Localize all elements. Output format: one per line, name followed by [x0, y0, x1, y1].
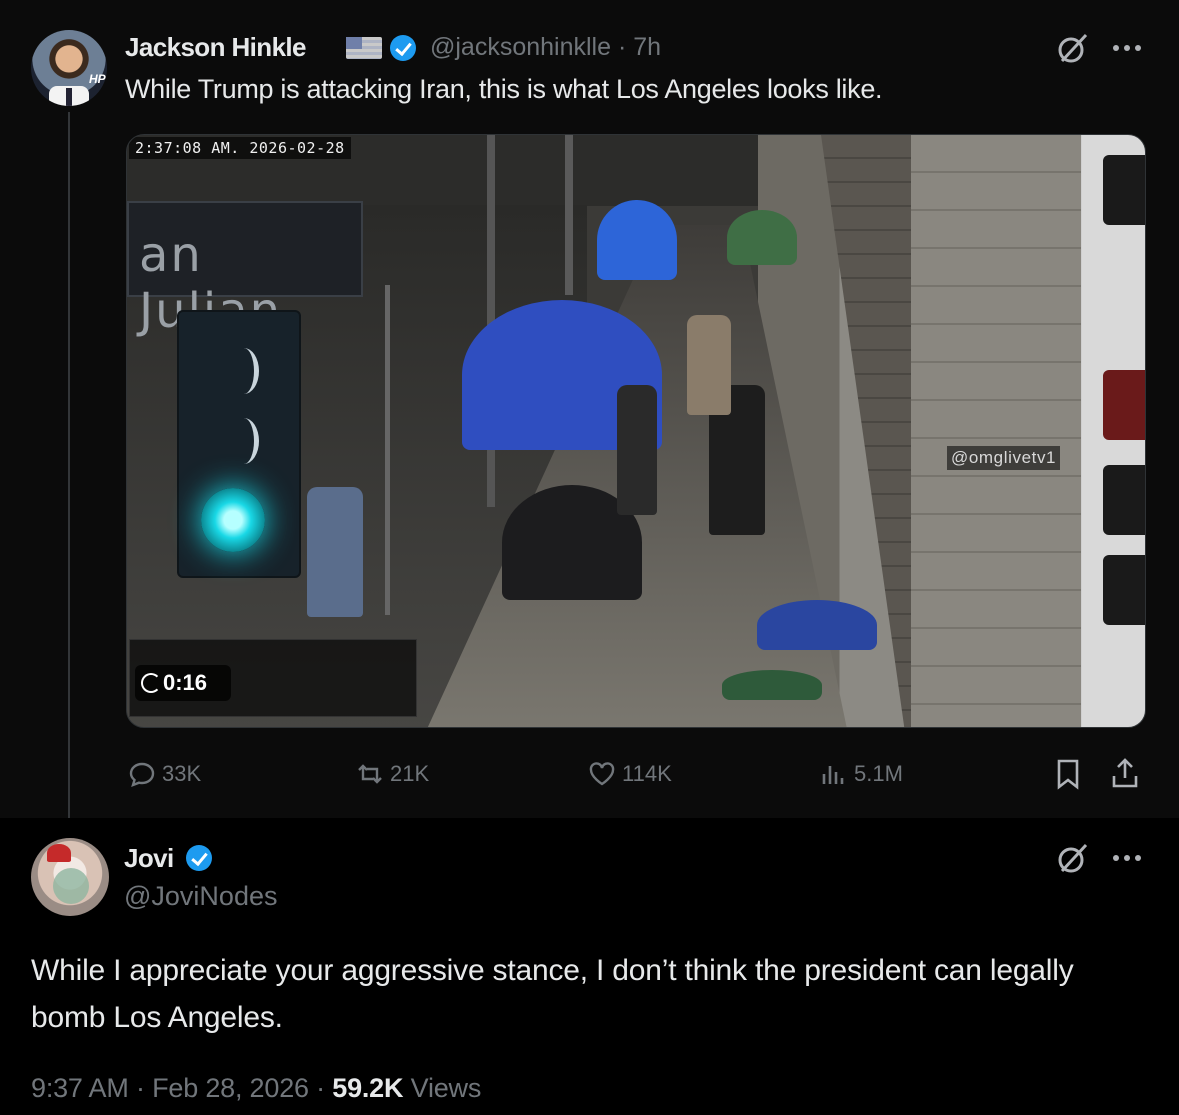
handle-separator: · [617, 33, 627, 61]
views-label: Views [410, 1073, 482, 1103]
views-count: 59.2K [332, 1073, 404, 1103]
post-text: While Trump is attacking Iran, this is w… [125, 74, 883, 104]
green-light [201, 488, 265, 552]
grok-icon[interactable] [1056, 32, 1090, 66]
video-timestamp-overlay: 2:37:08 AM. 2026-02-28 [129, 137, 351, 159]
avatar-face [53, 868, 89, 904]
avatar[interactable] [31, 838, 109, 916]
meta-separator: · [316, 1073, 325, 1103]
video-watermark: @omglivetv1 [947, 446, 1061, 470]
post-time[interactable]: 9:37 AM [31, 1073, 129, 1103]
reply-count: 33K [162, 761, 202, 786]
person [687, 315, 731, 415]
like-icon [589, 762, 615, 786]
author-name[interactable]: Jackson Hinkle [125, 32, 307, 63]
street-pole [565, 135, 573, 295]
street-pole [385, 285, 390, 615]
person [617, 385, 657, 515]
replay-icon [141, 673, 161, 693]
green-tent [727, 210, 797, 265]
blue-tent [597, 200, 677, 280]
post-age: 7h [633, 33, 662, 61]
us-flag-icon [346, 37, 382, 59]
more-icon[interactable] [1113, 855, 1145, 863]
views-button[interactable]: 5.1M [820, 756, 903, 792]
repost-button[interactable]: 21K [356, 756, 429, 792]
stone-wall [911, 135, 1081, 727]
avatar[interactable]: HP [31, 30, 107, 106]
repost-count: 21K [390, 761, 430, 786]
video-duration: 0:16 [163, 670, 208, 695]
meta-separator: · [135, 1073, 145, 1103]
author-handle[interactable]: @JoviNodes [124, 881, 277, 912]
verified-badge-icon [390, 35, 416, 61]
right-panel [1082, 135, 1145, 727]
avatar-tie [66, 88, 72, 106]
author-name[interactable]: Jovi [124, 843, 174, 874]
reply-icon [129, 762, 155, 787]
share-icon[interactable] [1110, 756, 1140, 790]
reply-text: While I appreciate your aggressive stanc… [31, 954, 1074, 1034]
avatar-hat [47, 844, 71, 862]
views-count: 5.1M [854, 761, 903, 786]
more-icon[interactable] [1113, 45, 1145, 53]
street-sign: an Julian [127, 201, 363, 339]
green-bag [722, 670, 822, 700]
blue-tarp [757, 600, 877, 650]
handle-text: @jacksonhinklle [430, 33, 612, 61]
reply-button[interactable]: 33K [128, 756, 201, 792]
video-duration-badge: 0:16 [135, 665, 231, 701]
avatar-tag: HP [89, 72, 106, 86]
like-count: 114K [622, 761, 672, 786]
views-icon [822, 766, 844, 784]
like-button[interactable]: 114K [588, 756, 672, 792]
bookmark-icon[interactable] [1054, 758, 1082, 790]
post-date[interactable]: Feb 28, 2026 [152, 1073, 309, 1103]
post-meta: 9:37 AM · Feb 28, 2026 · 59.2K Views [31, 1073, 481, 1104]
author-handle[interactable]: @jacksonhinklle · 7h [430, 33, 661, 62]
traffic-light [177, 310, 301, 578]
person [307, 487, 363, 617]
video-player[interactable]: an Julian 2:37:08 AM. 2026-02-28 @omgliv… [126, 134, 1146, 728]
repost-icon [358, 764, 382, 784]
thread-connector-line [68, 112, 70, 824]
verified-badge-icon [186, 845, 212, 871]
grok-icon[interactable] [1056, 842, 1090, 876]
